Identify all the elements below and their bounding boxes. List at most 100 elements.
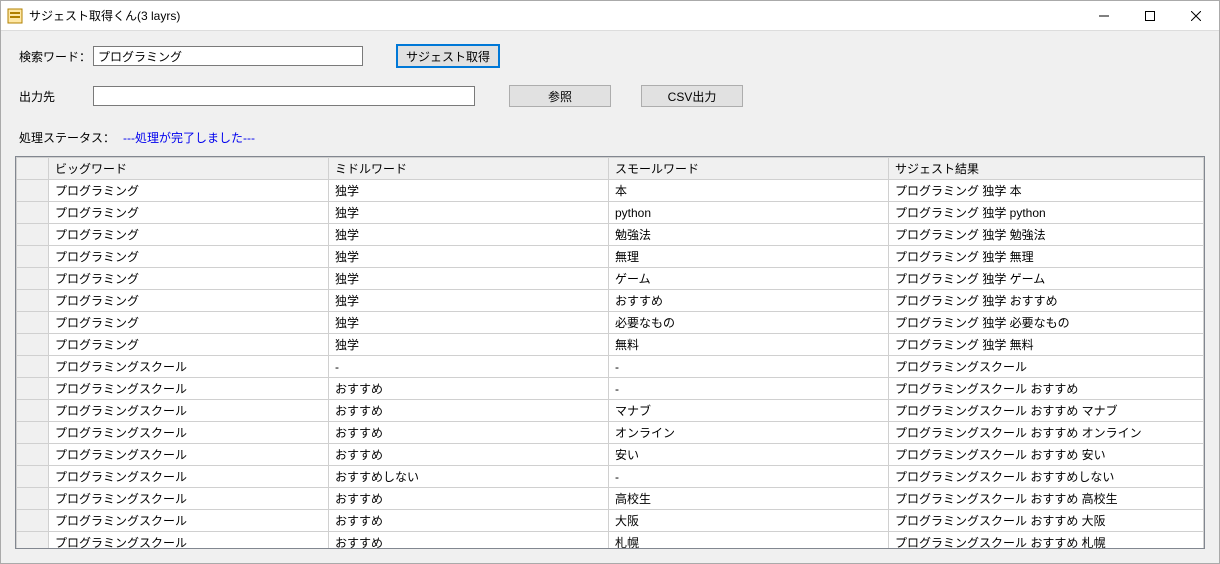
- table-row[interactable]: プログラミング独学必要なものプログラミング 独学 必要なもの: [17, 312, 1204, 334]
- table-row[interactable]: プログラミングスクールおすすめ大阪プログラミングスクール おすすめ 大阪: [17, 510, 1204, 532]
- col-header[interactable]: スモールワード: [609, 158, 889, 180]
- row-header-cell[interactable]: [17, 180, 49, 202]
- row-header-cell[interactable]: [17, 488, 49, 510]
- table-cell[interactable]: おすすめ: [329, 488, 609, 510]
- table-cell[interactable]: プログラミングスクール: [49, 400, 329, 422]
- table-row[interactable]: プログラミング独学ゲームプログラミング 独学 ゲーム: [17, 268, 1204, 290]
- table-row[interactable]: プログラミング独学本プログラミング 独学 本: [17, 180, 1204, 202]
- table-cell[interactable]: 大阪: [609, 510, 889, 532]
- table-cell[interactable]: プログラミング 独学 必要なもの: [889, 312, 1204, 334]
- output-path-input[interactable]: [93, 86, 475, 106]
- table-cell[interactable]: 安い: [609, 444, 889, 466]
- table-cell[interactable]: プログラミング 独学 おすすめ: [889, 290, 1204, 312]
- table-cell[interactable]: 独学: [329, 290, 609, 312]
- row-header-cell[interactable]: [17, 356, 49, 378]
- table-cell[interactable]: -: [609, 356, 889, 378]
- table-cell[interactable]: プログラミングスクール: [49, 356, 329, 378]
- table-cell[interactable]: プログラミングスクール: [49, 532, 329, 549]
- table-row[interactable]: プログラミングスクールおすすめしない-プログラミングスクール おすすめしない: [17, 466, 1204, 488]
- grid-scroll[interactable]: ビッグワード ミドルワード スモールワード サジェスト結果 プログラミング独学本…: [16, 157, 1204, 548]
- row-header-corner[interactable]: [17, 158, 49, 180]
- table-cell[interactable]: プログラミング 独学 ゲーム: [889, 268, 1204, 290]
- table-row[interactable]: プログラミングスクールおすすめマナブプログラミングスクール おすすめ マナブ: [17, 400, 1204, 422]
- row-header-cell[interactable]: [17, 466, 49, 488]
- table-cell[interactable]: おすすめ: [329, 444, 609, 466]
- table-cell[interactable]: 独学: [329, 224, 609, 246]
- table-cell[interactable]: プログラミング: [49, 290, 329, 312]
- table-cell[interactable]: python: [609, 202, 889, 224]
- col-header[interactable]: ミドルワード: [329, 158, 609, 180]
- row-header-cell[interactable]: [17, 400, 49, 422]
- table-cell[interactable]: おすすめ: [329, 532, 609, 549]
- table-cell[interactable]: プログラミングスクール おすすめしない: [889, 466, 1204, 488]
- col-header[interactable]: サジェスト結果: [889, 158, 1204, 180]
- row-header-cell[interactable]: [17, 510, 49, 532]
- table-row[interactable]: プログラミング独学pythonプログラミング 独学 python: [17, 202, 1204, 224]
- table-row[interactable]: プログラミングスクールおすすめ-プログラミングスクール おすすめ: [17, 378, 1204, 400]
- table-cell[interactable]: 札幌: [609, 532, 889, 549]
- close-button[interactable]: [1173, 1, 1219, 30]
- table-cell[interactable]: プログラミング 独学 python: [889, 202, 1204, 224]
- table-cell[interactable]: プログラミング: [49, 312, 329, 334]
- suggest-button[interactable]: サジェスト取得: [397, 45, 499, 67]
- csv-export-button[interactable]: CSV出力: [641, 85, 743, 107]
- table-cell[interactable]: プログラミング: [49, 268, 329, 290]
- table-row[interactable]: プログラミングスクールおすすめ安いプログラミングスクール おすすめ 安い: [17, 444, 1204, 466]
- browse-button[interactable]: 参照: [509, 85, 611, 107]
- table-cell[interactable]: プログラミングスクール おすすめ 高校生: [889, 488, 1204, 510]
- table-cell[interactable]: 高校生: [609, 488, 889, 510]
- row-header-cell[interactable]: [17, 532, 49, 549]
- table-cell[interactable]: 勉強法: [609, 224, 889, 246]
- table-cell[interactable]: プログラミング 独学 無料: [889, 334, 1204, 356]
- table-cell[interactable]: プログラミング 独学 勉強法: [889, 224, 1204, 246]
- table-row[interactable]: プログラミングスクールおすすめオンラインプログラミングスクール おすすめ オンラ…: [17, 422, 1204, 444]
- table-cell[interactable]: 独学: [329, 268, 609, 290]
- table-cell[interactable]: オンライン: [609, 422, 889, 444]
- row-header-cell[interactable]: [17, 202, 49, 224]
- table-cell[interactable]: おすすめ: [329, 378, 609, 400]
- table-cell[interactable]: プログラミング: [49, 224, 329, 246]
- table-cell[interactable]: 独学: [329, 202, 609, 224]
- table-cell[interactable]: おすすめ: [329, 400, 609, 422]
- table-cell[interactable]: -: [609, 378, 889, 400]
- table-row[interactable]: プログラミング独学無料プログラミング 独学 無料: [17, 334, 1204, 356]
- table-cell[interactable]: プログラミングスクール おすすめ マナブ: [889, 400, 1204, 422]
- table-cell[interactable]: プログラミングスクール おすすめ オンライン: [889, 422, 1204, 444]
- table-cell[interactable]: プログラミング: [49, 180, 329, 202]
- table-cell[interactable]: 独学: [329, 334, 609, 356]
- table-cell[interactable]: ゲーム: [609, 268, 889, 290]
- table-cell[interactable]: プログラミングスクール おすすめ 安い: [889, 444, 1204, 466]
- table-cell[interactable]: -: [329, 356, 609, 378]
- table-row[interactable]: プログラミング独学勉強法プログラミング 独学 勉強法: [17, 224, 1204, 246]
- row-header-cell[interactable]: [17, 312, 49, 334]
- table-cell[interactable]: プログラミングスクール: [49, 444, 329, 466]
- table-cell[interactable]: 本: [609, 180, 889, 202]
- row-header-cell[interactable]: [17, 290, 49, 312]
- row-header-cell[interactable]: [17, 444, 49, 466]
- table-cell[interactable]: プログラミング 独学 無理: [889, 246, 1204, 268]
- table-cell[interactable]: プログラミングスクール おすすめ 大阪: [889, 510, 1204, 532]
- table-cell[interactable]: プログラミングスクール: [49, 510, 329, 532]
- table-row[interactable]: プログラミング独学おすすめプログラミング 独学 おすすめ: [17, 290, 1204, 312]
- row-header-cell[interactable]: [17, 422, 49, 444]
- table-cell[interactable]: プログラミングスクール おすすめ 札幌: [889, 532, 1204, 549]
- table-row[interactable]: プログラミングスクールおすすめ札幌プログラミングスクール おすすめ 札幌: [17, 532, 1204, 549]
- table-cell[interactable]: プログラミングスクール おすすめ: [889, 378, 1204, 400]
- table-cell[interactable]: 独学: [329, 312, 609, 334]
- table-cell[interactable]: 独学: [329, 246, 609, 268]
- row-header-cell[interactable]: [17, 224, 49, 246]
- table-cell[interactable]: おすすめ: [329, 510, 609, 532]
- table-cell[interactable]: 無料: [609, 334, 889, 356]
- table-cell[interactable]: おすすめ: [329, 422, 609, 444]
- table-cell[interactable]: マナブ: [609, 400, 889, 422]
- table-cell[interactable]: プログラミングスクール: [49, 378, 329, 400]
- table-cell[interactable]: 必要なもの: [609, 312, 889, 334]
- table-cell[interactable]: プログラミング: [49, 202, 329, 224]
- search-input[interactable]: [93, 46, 363, 66]
- table-row[interactable]: プログラミングスクールおすすめ高校生プログラミングスクール おすすめ 高校生: [17, 488, 1204, 510]
- row-header-cell[interactable]: [17, 334, 49, 356]
- table-cell[interactable]: プログラミング: [49, 246, 329, 268]
- table-cell[interactable]: -: [609, 466, 889, 488]
- table-cell[interactable]: プログラミングスクール: [889, 356, 1204, 378]
- table-cell[interactable]: おすすめ: [609, 290, 889, 312]
